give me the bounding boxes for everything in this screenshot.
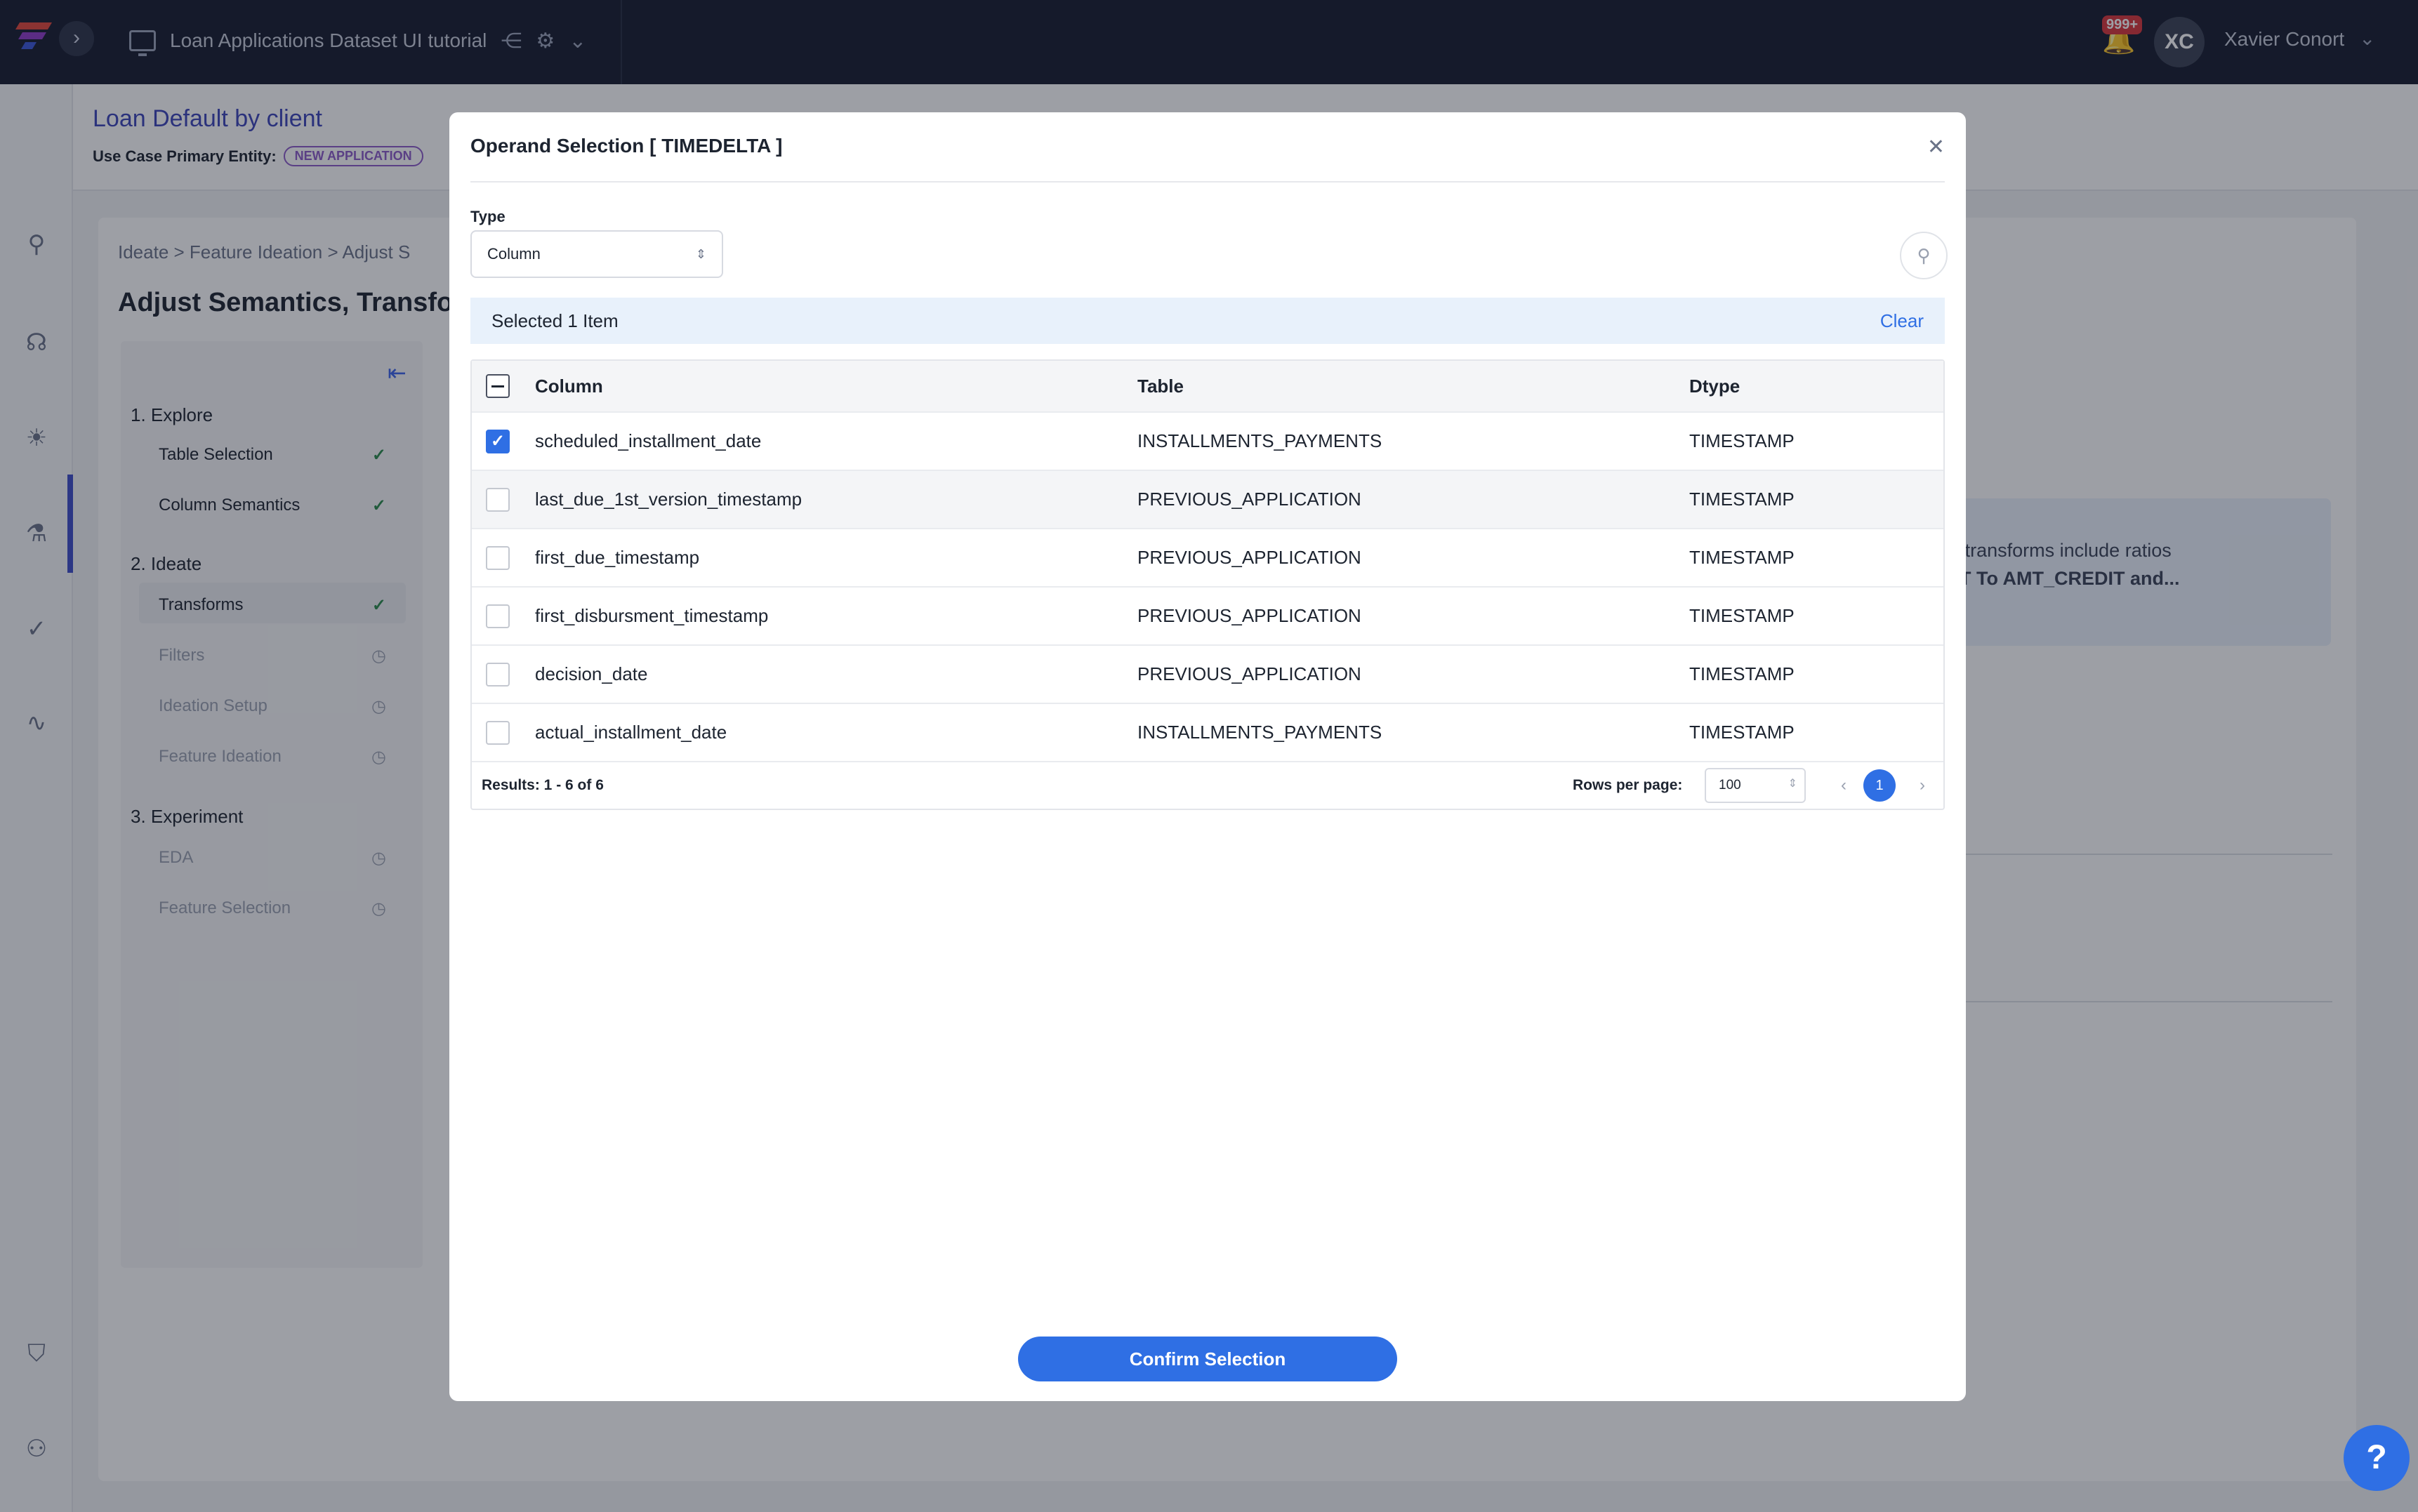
cell-table: PREVIOUS_APPLICATION <box>1137 547 1361 568</box>
cell-dtype: TIMESTAMP <box>1689 722 1795 743</box>
rows-per-page-select[interactable]: 100 ⇕ <box>1705 768 1806 803</box>
page-number-button[interactable]: 1 <box>1863 769 1896 802</box>
select-arrows-icon: ⇕ <box>1788 778 1797 790</box>
table-footer: Results: 1 - 6 of 6 Rows per page: 100 ⇕… <box>472 762 1943 809</box>
cell-dtype: TIMESTAMP <box>1689 605 1795 626</box>
table-row[interactable]: decision_date PREVIOUS_APPLICATION TIMES… <box>472 646 1943 704</box>
cell-table: PREVIOUS_APPLICATION <box>1137 605 1361 626</box>
cell-table: PREVIOUS_APPLICATION <box>1137 663 1361 684</box>
clear-button[interactable]: Clear <box>1880 310 1924 332</box>
operand-table: Column Table Dtype ✓ scheduled_installme… <box>470 359 1945 810</box>
row-checkbox[interactable] <box>486 487 510 512</box>
table-row[interactable]: actual_installment_date INSTALLMENTS_PAY… <box>472 704 1943 762</box>
row-checkbox[interactable] <box>486 604 510 628</box>
cell-table: INSTALLMENTS_PAYMENTS <box>1137 722 1382 743</box>
prev-page-icon[interactable]: ‹ <box>1841 776 1846 795</box>
cell-column: first_disbursment_timestamp <box>535 605 769 626</box>
cell-column: decision_date <box>535 663 648 684</box>
cell-column: first_due_timestamp <box>535 547 700 568</box>
modal-divider <box>470 181 1945 183</box>
row-checkbox[interactable]: ✓ <box>486 429 510 453</box>
cell-dtype: TIMESTAMP <box>1689 547 1795 568</box>
table-row[interactable]: last_due_1st_version_timestamp PREVIOUS_… <box>472 471 1943 529</box>
select-arrows-icon: ⇕ <box>695 246 706 261</box>
selected-count: Selected 1 Item <box>491 310 619 331</box>
modal-title: Operand Selection [ TIMEDELTA ] <box>470 135 783 157</box>
row-checkbox[interactable] <box>486 662 510 687</box>
type-select[interactable]: Column ⇕ <box>470 230 723 278</box>
table-header-row: Column Table Dtype <box>472 361 1943 413</box>
next-page-icon[interactable]: › <box>1920 776 1925 795</box>
selection-bar: Selected 1 Item Clear <box>470 298 1945 344</box>
cell-table: INSTALLMENTS_PAYMENTS <box>1137 430 1382 451</box>
cell-column: scheduled_installment_date <box>535 430 762 451</box>
table-row[interactable]: first_disbursment_timestamp PREVIOUS_APP… <box>472 588 1943 646</box>
help-button[interactable]: ? <box>2344 1425 2410 1491</box>
cell-column: last_due_1st_version_timestamp <box>535 489 802 510</box>
type-select-value: Column <box>487 245 541 263</box>
cell-table: PREVIOUS_APPLICATION <box>1137 489 1361 510</box>
rows-per-page-value: 100 <box>1719 778 1741 793</box>
column-header-column[interactable]: Column <box>535 376 603 397</box>
confirm-selection-button[interactable]: Confirm Selection <box>1018 1337 1397 1381</box>
cell-dtype: TIMESTAMP <box>1689 663 1795 684</box>
type-label: Type <box>470 208 506 225</box>
cell-dtype: TIMESTAMP <box>1689 489 1795 510</box>
column-header-dtype[interactable]: Dtype <box>1689 376 1740 397</box>
results-count: Results: 1 - 6 of 6 <box>482 777 604 793</box>
cell-dtype: TIMESTAMP <box>1689 430 1795 451</box>
close-icon[interactable]: ✕ <box>1927 135 1945 159</box>
row-checkbox[interactable] <box>486 720 510 745</box>
search-icon: ⚲ <box>1917 245 1931 266</box>
column-header-table[interactable]: Table <box>1137 376 1184 397</box>
table-row[interactable]: first_due_timestamp PREVIOUS_APPLICATION… <box>472 529 1943 588</box>
operand-selection-modal: Operand Selection [ TIMEDELTA ] ✕ Type C… <box>449 112 1966 1401</box>
select-all-checkbox[interactable] <box>486 374 510 398</box>
table-row[interactable]: ✓ scheduled_installment_date INSTALLMENT… <box>472 413 1943 471</box>
search-button[interactable]: ⚲ <box>1900 232 1948 279</box>
cell-column: actual_installment_date <box>535 722 727 743</box>
rows-per-page-label: Rows per page: <box>1573 777 1683 793</box>
row-checkbox[interactable] <box>486 545 510 570</box>
